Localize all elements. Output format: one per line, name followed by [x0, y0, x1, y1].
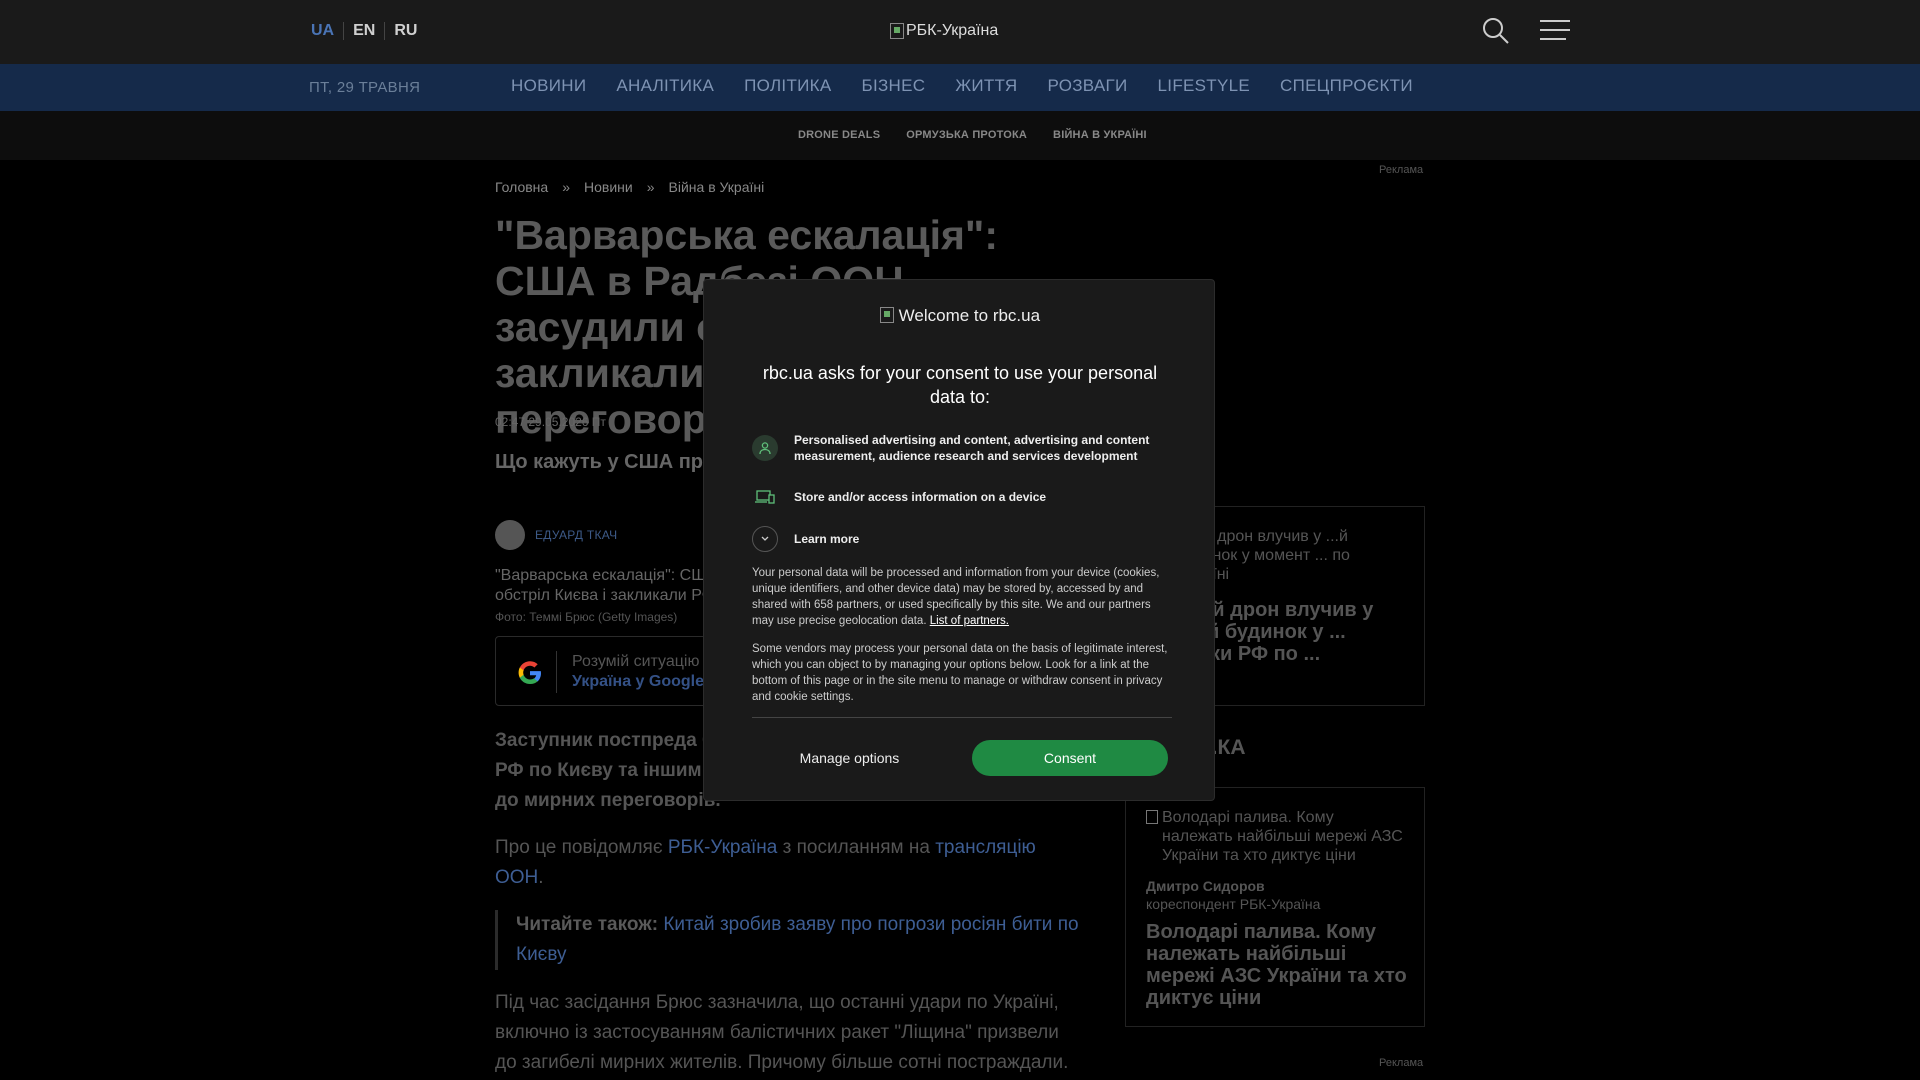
consent-body-text: Some vendors may process your personal d…	[752, 643, 1168, 703]
menu-button[interactable]	[1540, 18, 1570, 44]
card-image: Володарі палива. Кому належать найбільші…	[1146, 808, 1406, 865]
consent-purpose-text: Personalised advertising and content, ad…	[794, 433, 1150, 463]
nav-item-lifestyle[interactable]: LIFESTYLE	[1158, 76, 1250, 96]
sub-nav: DRONE DEALS ОРМУЗЬКА ПРОТОКА ВІЙНА В УКР…	[0, 111, 1920, 160]
broken-image-icon	[879, 307, 894, 323]
person-icon	[752, 435, 778, 461]
logo-alt-text: РБК-Україна	[906, 22, 999, 39]
card-author: Дмитро Сидоров	[1146, 878, 1265, 894]
broken-image-icon	[1146, 810, 1158, 824]
lang-ru[interactable]: RU	[385, 22, 426, 40]
search-icon	[1483, 18, 1509, 44]
divider	[752, 717, 1172, 718]
manage-options-button[interactable]: Manage options	[752, 740, 947, 776]
site-logo[interactable]: РБК-Україна	[890, 22, 998, 40]
card-image-alt: Володарі палива. Кому належать найбільші…	[1162, 809, 1403, 864]
nav-item-life[interactable]: ЖИТТЯ	[955, 76, 1017, 96]
lang-ua[interactable]: UA	[311, 22, 343, 40]
subnav-item-drone-deals[interactable]: DRONE DEALS	[798, 129, 880, 141]
hamburger-icon	[1540, 20, 1570, 40]
consent-purpose-device: Store and/or access information on a dev…	[752, 484, 1046, 510]
nav-item-news[interactable]: НОВИНИ	[511, 76, 586, 96]
broken-image-icon	[890, 23, 904, 39]
breadcrumb: Головна » Новини » Війна в Україні	[495, 179, 764, 195]
breadcrumb-news[interactable]: Новини	[584, 179, 633, 195]
read-also-label: Читайте також:	[516, 914, 659, 935]
lang-en[interactable]: EN	[344, 22, 384, 40]
ad-label: Реклама	[1379, 164, 1424, 176]
top-bar: UA EN RU РБК-Україна	[0, 0, 1920, 64]
para-text: з посиланням на	[777, 837, 936, 858]
ad-label: Реклама	[1379, 1057, 1424, 1069]
nav-date: ПТ, 29 ТРАВНЯ	[309, 79, 421, 96]
article-paragraph: Про це повідомляє РБК-Україна з посиланн…	[495, 833, 1085, 893]
language-switcher: UA EN RU	[311, 22, 426, 40]
main-nav: ПТ, 29 ТРАВНЯ НОВИНИ АНАЛІТИКА ПОЛІТИКА …	[0, 64, 1920, 111]
source-link-rbc[interactable]: РБК-Україна	[668, 837, 778, 858]
photo-credit: Фото: Теммі Брюс (Getty Images)	[495, 610, 678, 624]
nav-item-business[interactable]: БІЗНЕС	[862, 76, 926, 96]
nav-items: НОВИНИ АНАЛІТИКА ПОЛІТИКА БІЗНЕС ЖИТТЯ Р…	[511, 76, 1443, 96]
para-text: Про це повідомляє	[495, 837, 668, 858]
read-also-block: Читайте також: Китай зробив заяву про по…	[495, 910, 1085, 970]
consent-logo-alt: Welcome to rbc.ua	[898, 306, 1041, 325]
card-title[interactable]: Володарі палива. Кому належать найбільші…	[1146, 921, 1411, 1009]
author-name[interactable]: ЕДУАРД ТКАЧ	[535, 528, 617, 542]
breadcrumb-home[interactable]: Головна	[495, 179, 548, 195]
google-banner-line1: Розумій ситуацію	[572, 653, 700, 670]
chevron-down-icon	[752, 526, 778, 552]
card-author-role: кореспондент РБК-Україна	[1146, 896, 1321, 912]
avatar	[495, 520, 525, 550]
learn-more-label: Learn more	[794, 532, 860, 546]
google-banner-line2: Україна у Google	[572, 673, 704, 690]
breadcrumb-war[interactable]: Війна в Україні	[669, 179, 765, 195]
article-paragraph: Під час засідання Брюс зазначила, що ост…	[495, 992, 1069, 1073]
learn-more-toggle[interactable]: Learn more	[752, 526, 859, 552]
para-text: .	[538, 867, 544, 888]
subnav-items: DRONE DEALS ОРМУЗЬКА ПРОТОКА ВІЙНА В УКР…	[798, 129, 1147, 141]
consent-purpose-advertising: Personalised advertising and content, ad…	[752, 432, 1164, 464]
breadcrumb-separator: »	[562, 179, 570, 195]
analytics-card[interactable]: Володарі палива. Кому належать найбільші…	[1125, 787, 1425, 1027]
nav-item-special[interactable]: СПЕЦПРОЄКТИ	[1280, 76, 1413, 96]
nav-item-analytics[interactable]: АНАЛІТИКА	[616, 76, 714, 96]
article-date: 02:47 29.05.2026 Пт	[495, 415, 606, 429]
subnav-item-hormuz[interactable]: ОРМУЗЬКА ПРОТОКА	[906, 129, 1027, 141]
nav-item-entertainment[interactable]: РОЗВАГИ	[1047, 76, 1127, 96]
author-block: ЕДУАРД ТКАЧ	[495, 520, 617, 550]
nav-item-politics[interactable]: ПОЛІТИКА	[744, 76, 831, 96]
subnav-item-war[interactable]: ВІЙНА В УКРАЇНІ	[1053, 129, 1147, 141]
consent-body: Your personal data will be processed and…	[752, 565, 1172, 629]
consent-logo: Welcome to rbc.ua	[704, 306, 1216, 326]
partners-link[interactable]: List of partners.	[930, 615, 1009, 627]
consent-title: rbc.ua asks for your consent to use your…	[762, 363, 1158, 407]
breadcrumb-separator: »	[646, 179, 655, 195]
google-icon	[518, 661, 541, 684]
consent-purpose-text: Store and/or access information on a dev…	[794, 490, 1047, 504]
device-icon	[752, 484, 778, 510]
consent-button[interactable]: Consent	[972, 740, 1168, 776]
divider	[556, 651, 557, 693]
search-button[interactable]	[1481, 16, 1511, 46]
consent-dialog: Welcome to rbc.ua rbc.ua asks for your c…	[703, 279, 1215, 801]
